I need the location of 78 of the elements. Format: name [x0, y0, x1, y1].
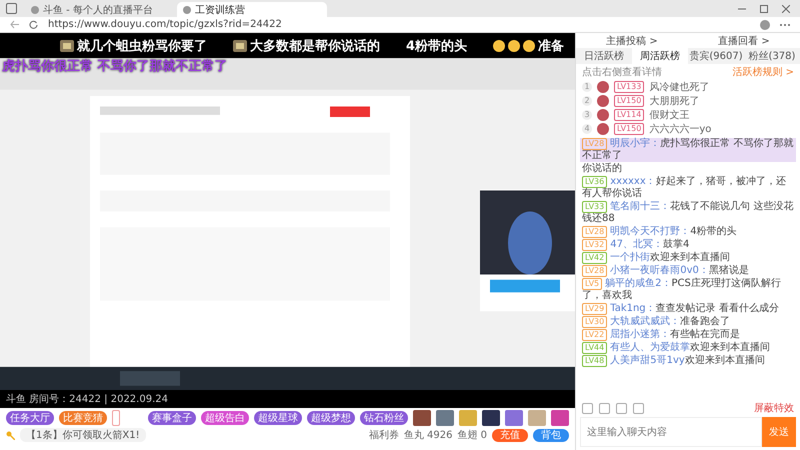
chat-tool-icon[interactable] — [582, 402, 593, 414]
level-badge: LV150 — [614, 123, 644, 135]
back-icon[interactable] — [10, 20, 19, 29]
tab-actions-icon[interactable] — [6, 3, 17, 14]
browser-tab[interactable]: 工资训练营 — [177, 2, 327, 17]
danmaku-comment: 虎扑骂你很正常 不骂你了那就不正常了 — [2, 58, 228, 75]
room-info: 斗鱼 房间号：24422 | 2022.09.24 — [6, 392, 168, 406]
chat-message: LV48 人美声甜5哥1vy欢迎来到本直播间 — [580, 355, 796, 367]
gift-activity-button[interactable]: 超级梦想 — [307, 411, 355, 425]
chat-tool-icon[interactable] — [633, 402, 644, 414]
gift-activity-button[interactable]: 钻石粉丝 — [360, 411, 408, 425]
rank-name[interactable]: 大朋朋死了 — [649, 94, 700, 108]
sidebar-tab[interactable]: 贵宾(9607) — [688, 48, 744, 64]
hint-text: 点击右侧查看详情 — [582, 66, 662, 79]
chat-input[interactable]: 这里输入聊天内容 — [580, 417, 762, 447]
scroll-handle[interactable] — [112, 410, 120, 426]
danmaku-comment: 准备 — [493, 37, 564, 55]
avatar-icon — [597, 109, 609, 121]
chat-message: 你说话的 — [581, 163, 623, 175]
address-field[interactable]: https://www.douyu.com/topic/gzxls?rid=24422 — [48, 19, 750, 30]
badge-icon — [60, 40, 74, 52]
chat-message: LV30 大轨威武威武：准备跑会了 — [580, 316, 796, 328]
rank-name[interactable]: 风冷健也死了 — [649, 80, 710, 94]
avatar-icon — [597, 95, 609, 107]
level-badge: LV150 — [614, 95, 644, 107]
chat-message: LV42 一个扑街欢迎来到本直播间 — [580, 252, 796, 264]
sidebar-tab[interactable]: 周活跃榜 — [632, 48, 688, 64]
chat-message: LV22 屈指小迷第：有些帖在完而是 — [580, 329, 796, 341]
emoji-icon — [493, 40, 506, 52]
maximize-icon[interactable] — [760, 5, 768, 13]
badge-icon — [233, 40, 247, 52]
chat-tool-icon[interactable] — [616, 402, 627, 414]
danmaku-comment: 就几个蛆虫粉骂你要了 — [60, 37, 207, 55]
sidebar-tab[interactable]: 粉丝(378) — [744, 48, 800, 64]
chat-message: LV28 明辰小宇：虎扑骂你很正常 不骂你了那就不正常了 — [580, 138, 796, 162]
emoji-icon — [508, 40, 520, 52]
danmaku-comment: 大多数都是帮你说话的 — [233, 37, 380, 55]
notice-text[interactable]: 【1条】你可领取火箭X1! — [20, 428, 146, 442]
chat-message: LV29 Tak1ng：查查发帖记录 看看什么成分 — [580, 303, 796, 315]
reload-icon[interactable] — [29, 20, 38, 29]
level-badge: LV114 — [614, 109, 644, 121]
wallet-item[interactable]: 鱼丸 4926 — [404, 428, 452, 442]
backpack-button[interactable]: 背包 — [533, 428, 569, 442]
activity-button[interactable]: 任务大厅 — [6, 411, 54, 425]
rank-number: 3 — [582, 110, 592, 120]
chat-message: LV32 47、北冥：鼓掌4 — [580, 239, 796, 251]
sidebar-link[interactable]: 主播投稿 > — [606, 34, 658, 48]
danmaku-comment: 4粉带的头 — [406, 38, 468, 55]
level-badge: LV133 — [614, 81, 644, 93]
avatar-icon — [597, 123, 609, 135]
rank-number: 2 — [582, 96, 592, 106]
chat-message: LV44 有些人、为爱鼓掌欢迎来到本直播间 — [580, 342, 796, 354]
sidebar-tab[interactable]: 日活跃榜 — [576, 48, 632, 64]
chat-message: LV36 xxxxxx：好起来了，猪哥，被冲了，还有人帮你说话 — [581, 176, 787, 200]
emoji-icon — [523, 40, 536, 52]
shield-effects-toggle[interactable]: 屏蔽特效 — [754, 401, 794, 415]
profile-icon[interactable] — [760, 20, 770, 30]
gift-activity-button[interactable]: 赛事盒子 — [148, 411, 196, 425]
gift-activity-button[interactable]: 超级星球 — [254, 411, 302, 425]
chat-message: LV33 笔名闹十三：花钱了不能说几句 这些没花钱还88 — [581, 201, 794, 225]
rank-number: 1 — [582, 82, 592, 92]
browser-tab[interactable]: 斗鱼 - 每个人的直播平台 — [25, 2, 175, 17]
chat-message: LV28 明凯今天不打野：4粉带的头 — [580, 226, 796, 238]
gift-activity-button[interactable]: 超级告白 — [201, 411, 249, 425]
chat-message: LV28 小猪一夜听春雨0v0：黑猪说是 — [580, 265, 796, 277]
more-icon[interactable] — [780, 22, 790, 26]
chat-message: LV5 躺平的咸鱼2：PCS庄死理打这俩队解行了，喜欢我 — [581, 278, 782, 302]
wallet-item[interactable]: 福利券 — [368, 428, 399, 442]
chat-tool-icon[interactable] — [599, 402, 610, 414]
sidebar-link[interactable]: 直播回看 > — [718, 34, 770, 48]
key-icon — [6, 430, 15, 440]
rank-name[interactable]: 假财文王 — [649, 108, 690, 122]
recharge-button[interactable]: 充值 — [492, 428, 528, 442]
rank-number: 4 — [582, 124, 592, 134]
rank-name[interactable]: 六六六六一yo — [649, 122, 712, 136]
close-icon[interactable] — [782, 5, 790, 13]
avatar-icon — [597, 81, 609, 93]
wallet-item[interactable]: 鱼翅 0 — [457, 428, 487, 442]
